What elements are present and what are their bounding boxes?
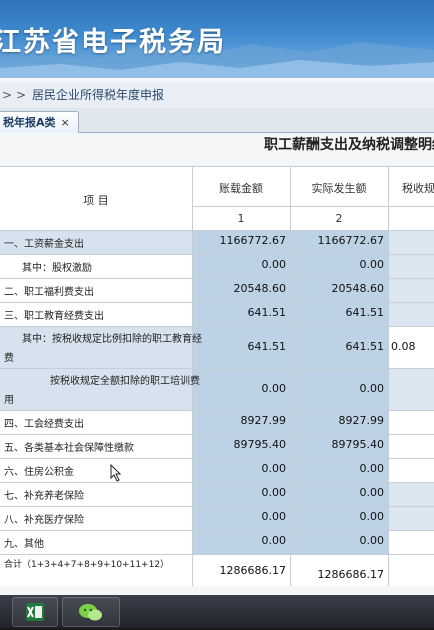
wechat-icon (79, 604, 102, 621)
breadcrumb-separator: > (16, 88, 27, 102)
header-tax-limit: 税收规 (402, 182, 434, 195)
actual-amount-input[interactable]: 8927.99 (290, 414, 388, 427)
book-amount-input[interactable]: 89795.40 (192, 438, 290, 451)
row-label-continued: 费 (4, 353, 14, 364)
total-actual-amount: 1286686.17 (317, 568, 384, 581)
actual-amount-input[interactable]: 0.00 (290, 382, 388, 395)
row-label: 四、工会经费支出 (4, 419, 84, 430)
header-item: 项 目 (83, 194, 109, 207)
book-amount-input[interactable]: 0.00 (192, 258, 290, 271)
excel-icon (26, 603, 44, 621)
breadcrumb-current[interactable]: 居民企业所得税年度申报 (32, 82, 164, 108)
total-book-amount: 1286686.17 (219, 564, 286, 577)
column-number: 2 (335, 212, 343, 225)
book-amount-input[interactable]: 641.51 (192, 306, 290, 319)
taskbar (0, 595, 434, 628)
breadcrumb-separator: > (2, 88, 13, 102)
actual-amount-input[interactable]: 641.51 (290, 340, 388, 353)
actual-amount-input[interactable]: 0.00 (290, 462, 388, 475)
book-amount-input[interactable]: 0.00 (192, 382, 290, 395)
browser-viewport: 江苏省电子税务局 > > 居民企业所得税年度申报 税年报A类 × 职工薪酬支出及纳… (0, 0, 434, 595)
row-label-continued: 用 (4, 395, 14, 406)
actual-amount-input[interactable]: 0.00 (290, 486, 388, 499)
row-label: 其中：按税收规定比例扣除的职工教育经 (22, 334, 202, 345)
tab-label: 税年报A类 (3, 116, 56, 129)
actual-amount-input[interactable]: 20548.60 (290, 282, 388, 295)
actual-amount-input[interactable]: 0.00 (290, 510, 388, 523)
wechat-taskbar-button[interactable] (62, 597, 120, 627)
actual-amount-input[interactable]: 641.51 (290, 306, 388, 319)
excel-taskbar-button[interactable] (12, 597, 58, 627)
row-label: 按税收规定全额扣除的职工培训费 (50, 376, 200, 387)
tax-rate-value: 0.08 (391, 340, 416, 353)
actual-amount-input[interactable]: 0.00 (290, 534, 388, 547)
book-amount-input[interactable]: 0.00 (192, 462, 290, 475)
row-label: 一、工资薪金支出 (4, 239, 84, 250)
salary-adjustment-table: 项 目 账载金额 实际发生额 税收规 1 2 一、工资薪金支出 1166772.… (0, 166, 434, 586)
actual-amount-input[interactable]: 1166772.67 (290, 234, 388, 247)
book-amount-input[interactable]: 1166772.67 (192, 234, 290, 247)
total-row-label: 合计（1+3+4+7+8+9+10+11+12） (4, 560, 170, 570)
actual-amount-input[interactable]: 0.00 (290, 258, 388, 271)
row-label: 五、各类基本社会保障性缴款 (4, 443, 134, 454)
row-label: 七、补充养老保险 (4, 491, 84, 502)
book-amount-input[interactable]: 0.00 (192, 534, 290, 547)
header-book-amount: 账载金额 (219, 182, 263, 195)
close-icon[interactable]: × (61, 116, 70, 129)
header-actual-amount: 实际发生额 (311, 182, 367, 195)
row-label: 三、职工教育经费支出 (4, 311, 104, 322)
actual-amount-input[interactable]: 89795.40 (290, 438, 388, 451)
row-label: 九、其他 (4, 539, 44, 550)
book-amount-input[interactable]: 20548.60 (192, 282, 290, 295)
breadcrumb: > > 居民企业所得税年度申报 (0, 82, 434, 109)
row-label: 其中：股权激励 (22, 263, 92, 274)
row-label: 八、补充医疗保险 (4, 515, 84, 526)
tab-bar: 税年报A类 × (0, 108, 434, 133)
book-amount-input[interactable]: 8927.99 (192, 414, 290, 427)
row-label: 六、住房公积金 (4, 467, 74, 478)
site-banner: 江苏省电子税务局 (0, 0, 434, 78)
column-number: 1 (237, 212, 245, 225)
row-label: 二、职工福利费支出 (4, 287, 94, 298)
book-amount-input[interactable]: 0.00 (192, 510, 290, 523)
report-title: 职工薪酬支出及纳税调整明细 (264, 137, 434, 153)
book-amount-input[interactable]: 0.00 (192, 486, 290, 499)
tab-annual-report-a[interactable]: 税年报A类 × (0, 111, 79, 133)
mouse-cursor-icon (110, 464, 122, 482)
book-amount-input[interactable]: 641.51 (192, 340, 290, 353)
site-title: 江苏省电子税务局 (0, 27, 226, 58)
